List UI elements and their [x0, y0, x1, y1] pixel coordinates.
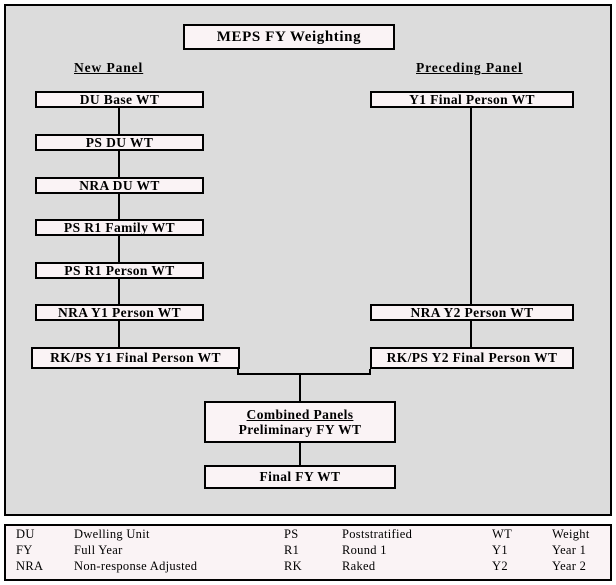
node-label: RK/PS Y1 Final Person WT	[50, 350, 221, 366]
node-combined-panels: Combined Panels Preliminary FY WT	[204, 401, 396, 443]
legend-abbr: WT	[492, 526, 513, 541]
node-label: RK/PS Y2 Final Person WT	[386, 350, 558, 366]
node-label-line2: Preliminary FY WT	[238, 422, 362, 437]
legend-table: DU Dwelling Unit PS Poststratified WT We…	[6, 526, 610, 574]
connector-merge-right-stub	[369, 369, 371, 375]
connector-merge-horizontal	[237, 373, 371, 375]
node-y1-final-person-wt: Y1 Final Person WT	[370, 91, 574, 108]
legend-term: Raked	[342, 558, 376, 573]
node-rkps-y2-final-person-wt: RK/PS Y2 Final Person WT	[370, 347, 574, 369]
legend-term: Year 1	[552, 542, 587, 557]
node-nra-y2-person-wt: NRA Y2 Person WT	[370, 304, 574, 321]
node-label: DU Base WT	[79, 91, 160, 107]
legend-term: Round 1	[342, 542, 387, 557]
node-label: PS DU WT	[85, 134, 154, 150]
legend-term: Non-response Adjusted	[74, 558, 198, 573]
legend-term: Year 2	[552, 558, 587, 573]
legend-abbr: RK	[284, 558, 302, 573]
legend-abbr: NRA	[16, 558, 44, 573]
node-nra-y1-person-wt: NRA Y1 Person WT	[35, 304, 204, 321]
node-label: NRA Y2 Person WT	[410, 304, 534, 320]
legend-abbr: R1	[284, 542, 300, 557]
connector-right-1	[470, 106, 472, 306]
node-ps-r1-family-wt: PS R1 Family WT	[35, 219, 204, 236]
connector-merge-left-stub	[237, 369, 239, 375]
node-ps-r1-person-wt: PS R1 Person WT	[35, 262, 204, 279]
node-label: Final FY WT	[259, 469, 341, 485]
legend-term: Weight	[552, 526, 590, 541]
flowchart-panel: MEPS FY Weighting New Panel Preceding Pa…	[4, 4, 612, 516]
legend-row: FY Full Year R1 Round 1 Y1 Year 1	[6, 542, 610, 558]
legend-abbr: Y1	[492, 542, 508, 557]
title-box-label: MEPS FY Weighting	[216, 28, 362, 45]
node-nra-du-wt: NRA DU WT	[35, 177, 204, 194]
legend-term: Dwelling Unit	[74, 526, 150, 541]
node-label: NRA Y1 Person WT	[57, 304, 182, 320]
heading-new-panel: New Panel	[74, 60, 144, 75]
legend-row: NRA Non-response Adjusted RK Raked Y2 Ye…	[6, 558, 610, 574]
legend-abbr: PS	[284, 526, 299, 541]
node-du-base-wt: DU Base WT	[35, 91, 204, 108]
node-label: NRA DU WT	[79, 177, 160, 193]
node-ps-du-wt: PS DU WT	[35, 134, 204, 151]
legend-abbr: FY	[16, 542, 33, 557]
legend-row: DU Dwelling Unit PS Poststratified WT We…	[6, 526, 610, 542]
legend-term: Poststratified	[342, 526, 413, 541]
node-final-fy-wt: Final FY WT	[204, 465, 396, 489]
node-label: PS R1 Person WT	[64, 262, 175, 278]
legend-abbr: DU	[16, 526, 35, 541]
node-label: PS R1 Family WT	[63, 219, 176, 235]
node-rkps-y1-final-person-wt: RK/PS Y1 Final Person WT	[31, 347, 240, 369]
node-label-line1: Combined Panels	[246, 406, 354, 422]
flowchart-diagram: MEPS FY Weighting New Panel Preceding Pa…	[0, 0, 616, 585]
legend-term: Full Year	[74, 542, 123, 557]
node-label: Y1 Final Person WT	[409, 91, 535, 107]
heading-preceding-panel: Preceding Panel	[416, 60, 523, 75]
connector-final	[299, 443, 301, 467]
connector-merge-down	[299, 373, 301, 403]
legend-panel: DU Dwelling Unit PS Poststratified WT We…	[4, 524, 612, 581]
title-box: MEPS FY Weighting	[183, 24, 395, 50]
legend-abbr: Y2	[492, 558, 508, 573]
